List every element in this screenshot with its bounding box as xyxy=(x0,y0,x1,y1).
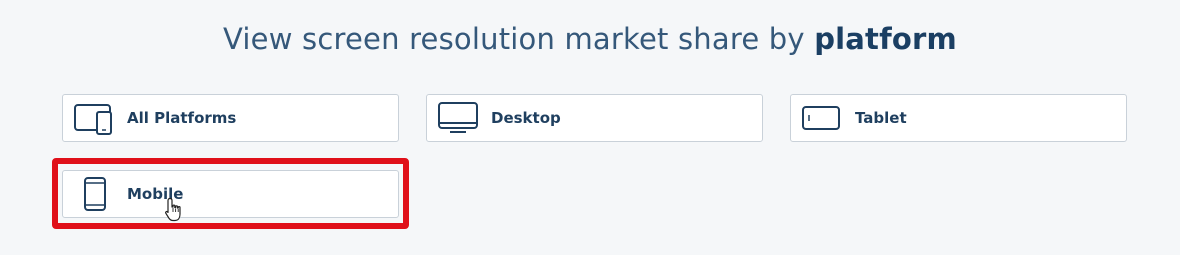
page-heading: View screen resolution market share by p… xyxy=(0,20,1180,57)
all-platforms-label: All Platforms xyxy=(127,109,237,127)
heading-prefix: View screen resolution market share by xyxy=(223,22,815,56)
heading-emphasis: platform xyxy=(814,22,957,56)
all-platforms-button[interactable]: All Platforms xyxy=(62,94,399,142)
tablet-label: Tablet xyxy=(855,109,907,127)
tablet-button[interactable]: Tablet xyxy=(790,94,1127,142)
desktop-icon xyxy=(436,96,480,140)
hand-pointer-icon xyxy=(164,197,184,223)
desktop-button[interactable]: Desktop xyxy=(426,94,763,142)
tablet-icon xyxy=(800,96,844,140)
all-platforms-icon xyxy=(72,96,116,140)
mobile-button[interactable]: Mobile xyxy=(62,170,399,218)
mobile-icon xyxy=(72,172,116,216)
desktop-label: Desktop xyxy=(491,109,561,127)
